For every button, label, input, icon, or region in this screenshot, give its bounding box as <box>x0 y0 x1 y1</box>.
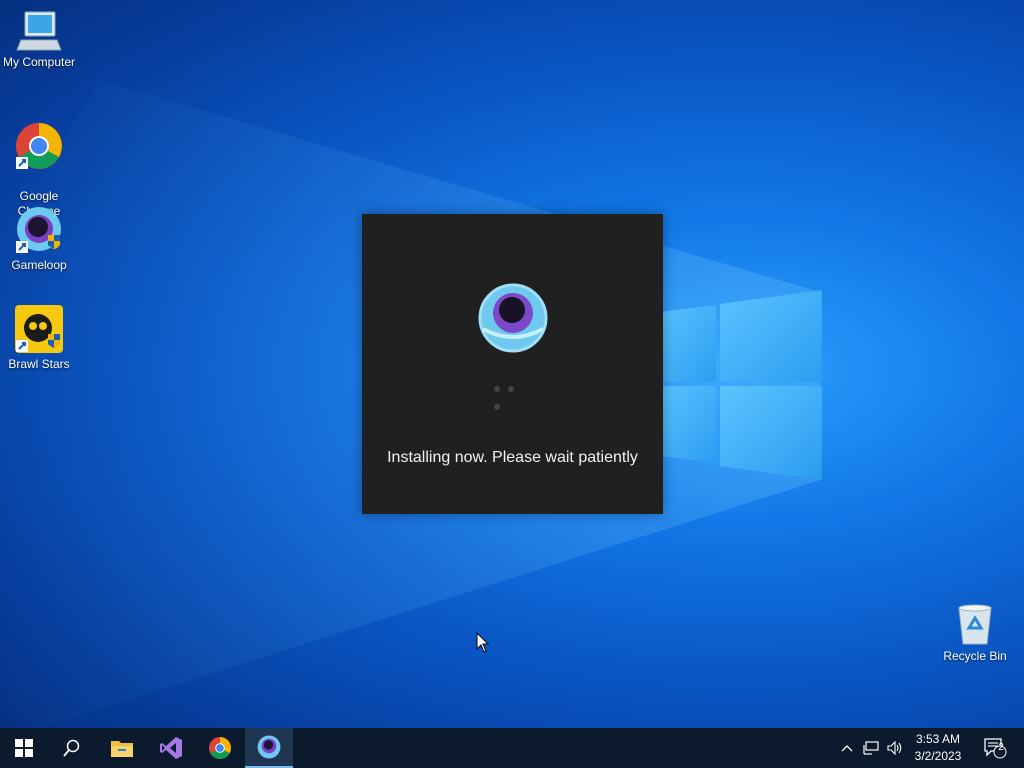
gameloop-installer-window: Installing now. Please wait patiently <box>362 214 663 514</box>
desktop-icon-label: Gameloop <box>11 258 67 272</box>
desktop[interactable]: My Computer Google Chrome Gameloop <box>0 0 1024 728</box>
gameloop-logo-icon <box>478 283 548 353</box>
gameloop-shortcut-icon <box>16 207 61 253</box>
gameloop-icon <box>257 735 281 759</box>
desktop-icon-google-chrome[interactable]: Google Chrome <box>0 106 78 219</box>
search-button[interactable] <box>48 728 96 768</box>
desktop-icon-label: Brawl Stars <box>8 357 70 371</box>
volume-icon <box>887 741 902 755</box>
visual-studio-button[interactable] <box>147 728 195 768</box>
taskbar: 3:53 AM 3/2/2023 2 <box>0 728 1024 768</box>
action-center-button[interactable]: 2 <box>978 728 1012 768</box>
mouse-cursor-icon <box>476 632 490 653</box>
clock-date: 3/2/2023 <box>914 749 962 763</box>
visual-studio-icon <box>160 737 182 759</box>
desktop-icon-gameloop[interactable]: Gameloop <box>0 205 78 273</box>
tray-volume-button[interactable] <box>884 728 906 768</box>
start-icon <box>15 739 33 757</box>
tray-chevron-button[interactable] <box>838 728 856 768</box>
gameloop-button[interactable] <box>245 728 293 768</box>
brawl-stars-shortcut-icon <box>15 305 63 353</box>
search-icon <box>63 739 80 757</box>
desktop-icon-label: Recycle Bin <box>943 649 1007 663</box>
network-icon <box>863 741 879 755</box>
chrome-icon <box>208 736 232 760</box>
desktop-icon-label: My Computer <box>2 55 76 69</box>
my-computer-icon <box>16 11 62 51</box>
file-explorer-icon <box>111 741 133 757</box>
desktop-icon-recycle-bin[interactable]: Recycle Bin <box>936 602 1014 664</box>
chrome-shortcut-icon <box>16 123 62 169</box>
desktop-icon-my-computer[interactable]: My Computer <box>0 10 78 70</box>
clock-time: 3:53 AM <box>915 732 961 746</box>
installer-status-text: Installing now. Please wait patiently <box>387 449 638 466</box>
recycle-bin-icon <box>958 604 992 645</box>
tray-network-button[interactable] <box>860 728 882 768</box>
chrome-button[interactable] <box>196 728 244 768</box>
desktop-icon-brawl-stars[interactable]: Brawl Stars <box>0 304 78 372</box>
notification-count-badge: 2 <box>998 742 1004 753</box>
loading-dots <box>494 379 534 410</box>
start-button[interactable] <box>0 728 48 768</box>
file-explorer-button[interactable] <box>98 728 146 768</box>
chevron-up-icon <box>841 745 853 752</box>
taskbar-clock[interactable]: 3:53 AM 3/2/2023 <box>906 731 970 765</box>
